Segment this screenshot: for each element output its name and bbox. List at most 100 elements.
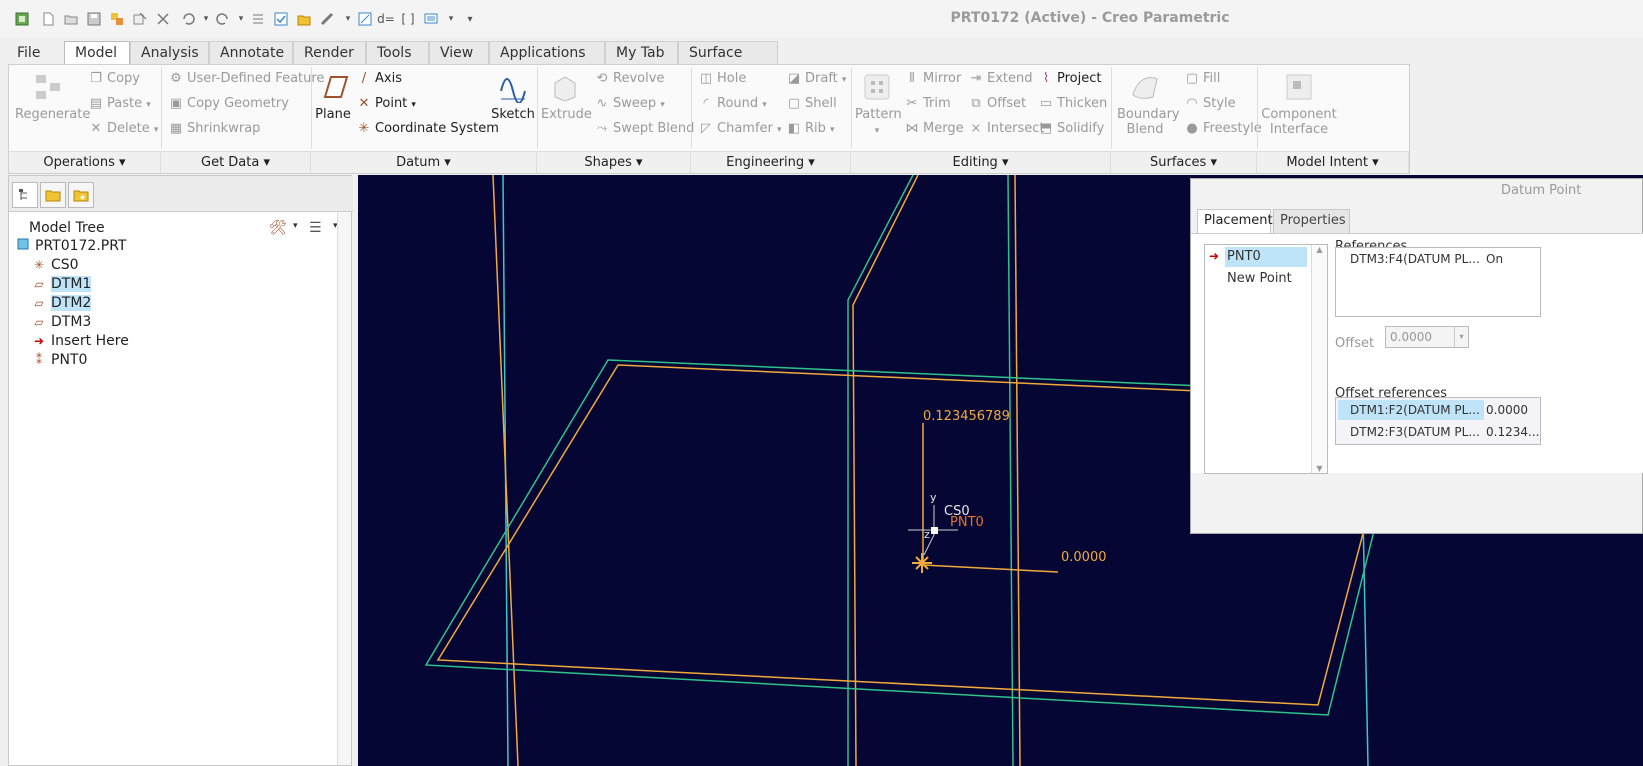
trim-button[interactable]: ✂ Trim	[905, 96, 951, 111]
open-icon[interactable]	[63, 11, 79, 27]
group-editing[interactable]: Editing ▾	[851, 151, 1111, 173]
offset-field[interactable]: 0.0000 ▾	[1385, 326, 1469, 348]
offset-button[interactable]: ⧉ Offset	[969, 96, 1026, 111]
offset-reference-value[interactable]: 0.0000	[1486, 400, 1528, 420]
folder-browser-tab-icon[interactable]	[40, 182, 66, 208]
extrude-button[interactable]: Extrude	[541, 71, 592, 122]
style-button[interactable]: ◠ Style	[1185, 96, 1235, 111]
udf-button[interactable]: ⚙ User-Defined Feature	[169, 71, 324, 86]
tab-render[interactable]: Render	[293, 41, 366, 65]
point-button[interactable]: ✕ Point ▾	[357, 96, 416, 111]
extend-button[interactable]: ⇥ Extend	[969, 71, 1033, 86]
group-operations[interactable]: Operations ▾	[9, 151, 161, 173]
group-engineering[interactable]: Engineering ▾	[691, 151, 851, 173]
close-icon[interactable]	[155, 11, 171, 27]
offset-dropdown-icon[interactable]: ▾	[1454, 327, 1468, 347]
tab-placement[interactable]: Placement	[1197, 209, 1273, 234]
copy-geometry-button[interactable]: ▣ Copy Geometry	[169, 96, 289, 111]
paste-button[interactable]: ▤ Paste ▾	[89, 96, 151, 111]
delete-button[interactable]: ✕ Delete ▾	[89, 121, 159, 136]
tree-item-dtm2[interactable]: ▱ DTM2	[31, 295, 92, 311]
sweep-button[interactable]: ∿ Sweep ▾	[595, 96, 665, 111]
tree-show-icon[interactable]: ☰	[309, 220, 322, 236]
group-model-intent[interactable]: Model Intent ▾	[1257, 151, 1409, 173]
model-tree-tab-icon[interactable]	[12, 182, 38, 208]
undo-dropdown-icon[interactable]: ▾	[198, 11, 214, 27]
undo-icon[interactable]	[180, 11, 196, 27]
folder-icon[interactable]	[296, 11, 312, 27]
tab-my-tab[interactable]: My Tab	[605, 41, 678, 65]
regenerate-button[interactable]: Regenerate	[15, 71, 90, 122]
round-button[interactable]: ◜ Round ▾	[699, 96, 766, 111]
tree-item-dtm3[interactable]: ▱ DTM3	[31, 314, 91, 330]
group-datum[interactable]: Datum ▾	[311, 151, 537, 173]
app-icon[interactable]	[14, 11, 30, 27]
thicken-button[interactable]: ▭ Thicken	[1039, 96, 1107, 111]
windows-icon[interactable]	[132, 11, 148, 27]
pattern-button[interactable]: Pattern ▾	[855, 71, 902, 137]
dimension-horizontal[interactable]: 0.0000	[1061, 550, 1107, 565]
tab-annotate[interactable]: Annotate	[209, 41, 293, 65]
regenerate-icon[interactable]	[109, 11, 125, 27]
appearance-dropdown-icon[interactable]: ▾	[443, 11, 459, 27]
component-interface-button[interactable]: Component Interface	[1261, 71, 1337, 137]
tab-properties[interactable]: Properties	[1273, 209, 1350, 233]
intersect-button[interactable]: ⨯ Intersect	[969, 121, 1045, 136]
copy-button[interactable]: ❐ Copy	[89, 71, 140, 86]
tab-file[interactable]: File ▾	[6, 41, 59, 83]
tab-model[interactable]: Model	[64, 41, 130, 66]
boundary-blend-button[interactable]: Boundary Blend	[1117, 71, 1180, 137]
tree-item-cs0[interactable]: ✳ CS0	[31, 257, 79, 273]
param-icon[interactable]	[357, 11, 373, 27]
tree-item-part[interactable]: PRT0172.PRT	[15, 238, 127, 254]
csys-button[interactable]: ✳ Coordinate System	[357, 121, 499, 136]
axis-button[interactable]: / Axis	[357, 71, 402, 86]
group-get-data[interactable]: Get Data ▾	[161, 151, 311, 173]
sketch-button[interactable]: Sketch	[491, 71, 535, 122]
new-point-item[interactable]: New Point	[1227, 271, 1292, 286]
tab-applications[interactable]: Applications	[489, 41, 605, 65]
new-icon[interactable]	[40, 11, 56, 27]
appearance-icon[interactable]	[423, 11, 439, 27]
merge-button[interactable]: ⋈ Merge	[905, 121, 964, 136]
tab-tools[interactable]: Tools	[366, 41, 429, 65]
plane-button[interactable]: Plane	[315, 71, 351, 122]
draft-button[interactable]: ◪ Draft ▾	[787, 71, 847, 86]
favorites-tab-icon[interactable]: ★	[68, 182, 94, 208]
swept-blend-button[interactable]: ⤳ Swept Blend	[595, 121, 695, 136]
save-icon[interactable]	[86, 11, 102, 27]
find-icon[interactable]	[250, 11, 266, 27]
offset-reference-item[interactable]: DTM2:F3(DATUM PL...	[1338, 422, 1484, 442]
more-icon[interactable]: ▾	[462, 11, 478, 27]
offset-reference-item[interactable]: DTM1:F2(DATUM PL...	[1338, 400, 1484, 420]
relations-icon[interactable]: d=	[377, 11, 395, 27]
project-button[interactable]: ⌇ Project	[1039, 71, 1102, 86]
freestyle-button[interactable]: ● Freestyle	[1185, 121, 1261, 136]
scroll-down-icon[interactable]: ▼	[1312, 464, 1327, 473]
references-list[interactable]: DTM3:F4(DATUM PL... On	[1335, 247, 1541, 317]
fill-button[interactable]: ▢ Fill	[1185, 71, 1221, 86]
shrinkwrap-button[interactable]: ▦ Shrinkwrap	[169, 121, 261, 136]
redo-icon[interactable]	[215, 11, 231, 27]
tab-surface-tab[interactable]: Surface Tab	[678, 41, 778, 83]
scroll-up-icon[interactable]: ▲	[1312, 245, 1327, 254]
tree-settings-dropdown-icon[interactable]: ▾	[293, 221, 298, 231]
tree-scrollbar[interactable]	[337, 212, 351, 765]
reference-type[interactable]: On	[1486, 252, 1503, 266]
point-list-scrollbar[interactable]: ▲ ▼	[1311, 245, 1327, 473]
shell-button[interactable]: ▢ Shell	[787, 96, 837, 111]
point-list-item[interactable]: PNT0	[1225, 247, 1307, 267]
chamfer-button[interactable]: ◸ Chamfer ▾	[699, 121, 782, 136]
group-shapes[interactable]: Shapes ▾	[537, 151, 691, 173]
reference-item[interactable]: DTM3:F4(DATUM PL...	[1350, 252, 1480, 266]
solidify-button[interactable]: ⬒ Solidify	[1039, 121, 1105, 136]
dimension-vertical[interactable]: 0.123456789	[923, 409, 1010, 424]
measure-icon[interactable]	[319, 11, 335, 27]
select-icon[interactable]	[273, 11, 289, 27]
tree-settings-icon[interactable]: 🛠	[269, 220, 287, 236]
tab-analysis[interactable]: Analysis	[130, 41, 209, 65]
offset-reference-value[interactable]: 0.1234...	[1486, 422, 1539, 442]
measure-dropdown-icon[interactable]: ▾	[340, 11, 356, 27]
tab-view[interactable]: View	[429, 41, 489, 65]
hole-button[interactable]: ◫ Hole	[699, 71, 747, 86]
